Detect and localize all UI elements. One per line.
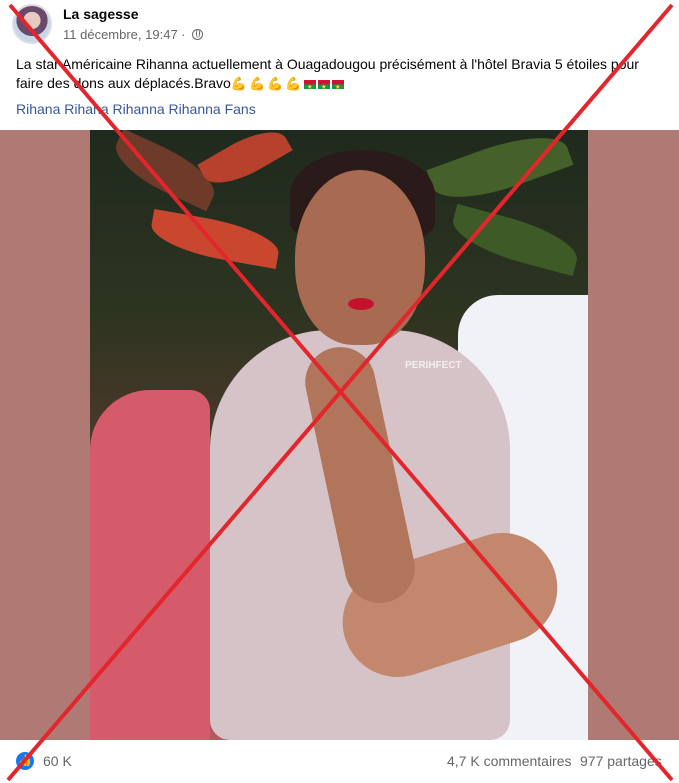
author-avatar[interactable] <box>12 4 52 44</box>
comments-count[interactable]: 4,7 K commentaires <box>447 753 572 769</box>
plant-leaf <box>426 130 574 213</box>
author-name[interactable]: La sagesse <box>63 6 139 22</box>
flexed-biceps-emoji: 💪 <box>285 76 303 91</box>
face <box>295 170 425 345</box>
flexed-biceps-emoji: 💪 <box>230 76 248 91</box>
shares-count[interactable]: 977 partages <box>580 753 662 769</box>
flexed-biceps-emoji: 💪 <box>267 76 285 91</box>
burkina-faso-flag-emoji <box>331 78 344 97</box>
post-tags[interactable]: Rihana Rihana Rihanna Rihanna Fans <box>16 101 256 117</box>
globe-icon <box>191 29 203 40</box>
plant-leaf <box>447 203 583 277</box>
photo-watermark: PERIHFECT <box>405 360 462 371</box>
post-body: La star Américaine Rihanna actuellement … <box>16 55 666 97</box>
post-footer: 👍 60 K 4,7 K commentaires 977 partages <box>0 740 679 783</box>
burkina-faso-flag-emoji <box>317 78 330 97</box>
lips <box>348 298 374 310</box>
post-meta: 11 décembre, 19:47 · <box>63 27 203 42</box>
flexed-biceps-emoji: 💪 <box>249 76 267 91</box>
pink-couch <box>90 390 210 740</box>
like-icon[interactable]: 👍 <box>16 752 34 770</box>
post-photo[interactable]: PERIHFECT <box>90 130 588 740</box>
reactions-count[interactable]: 60 K <box>43 753 72 769</box>
post-header: La sagesse 11 décembre, 19:47 · <box>0 0 679 50</box>
photo-area: PERIHFECT <box>0 130 679 740</box>
post-timestamp[interactable]: 11 décembre, 19:47 · <box>63 27 186 42</box>
emoji-row: 💪💪💪💪 <box>230 76 346 97</box>
plant-leaf <box>147 209 283 269</box>
burkina-faso-flag-emoji <box>303 78 316 97</box>
